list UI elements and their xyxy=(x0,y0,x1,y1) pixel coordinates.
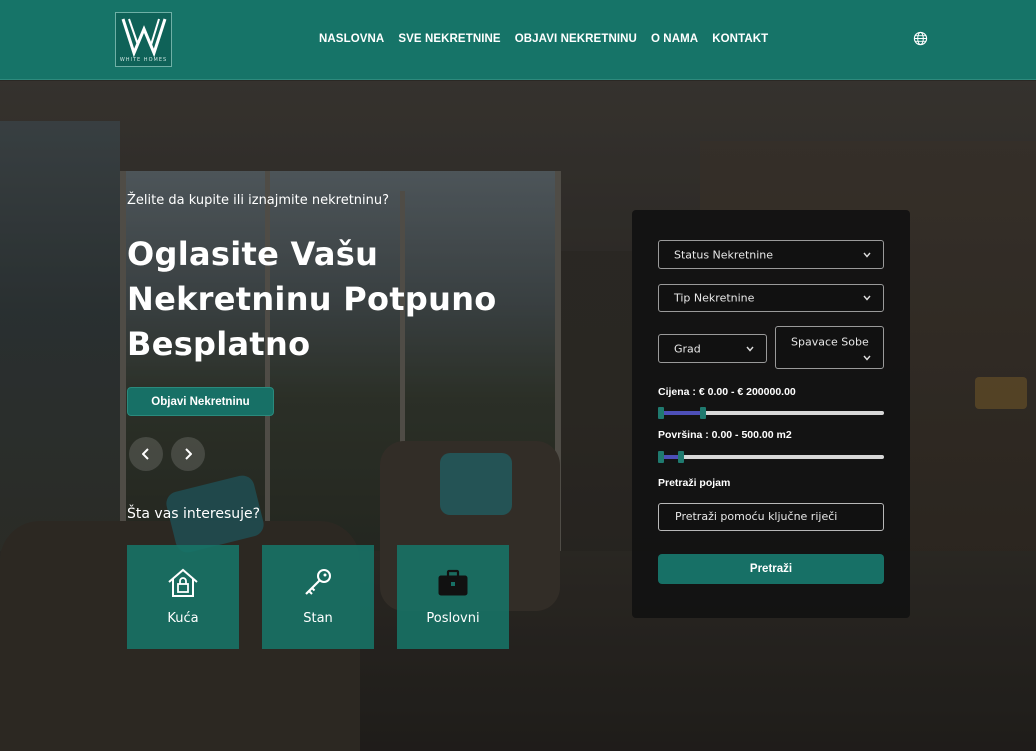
headline-line: Besplatno xyxy=(127,325,311,363)
price-range-label: Cijena : € 0.00 - € 200000.00 xyxy=(658,386,796,398)
nav-item-o-nama[interactable]: O NAMA xyxy=(644,31,705,47)
nav-item-naslovna[interactable]: NASLOVNA xyxy=(312,31,391,47)
city-select[interactable]: Grad xyxy=(658,334,767,363)
interest-title: Šta vas interesuje? xyxy=(127,506,261,522)
keyword-title: Pretraži pojam xyxy=(658,477,731,489)
chevron-left-icon xyxy=(142,448,149,460)
prev-slide-button[interactable] xyxy=(129,437,163,471)
nav-item-kontakt[interactable]: KONTAKT xyxy=(705,31,775,47)
search-submit-button[interactable]: Pretraži xyxy=(658,554,884,584)
brand-logo[interactable]: WHITE HOMES xyxy=(115,12,172,67)
bedrooms-select[interactable]: Spavace Sobe xyxy=(775,326,884,369)
logo-w-icon xyxy=(121,18,167,57)
area-min-handle[interactable] xyxy=(658,451,664,463)
area-max-handle[interactable] xyxy=(677,451,684,463)
next-slide-button[interactable] xyxy=(171,437,205,471)
briefcase-icon xyxy=(438,569,468,596)
key-icon xyxy=(305,569,331,595)
price-max-handle[interactable] xyxy=(700,407,707,419)
nav-item-objavi-nekretninu[interactable]: OBJAVI NEKRETNINU xyxy=(508,31,644,47)
post-property-button[interactable]: Objavi Nekretninu xyxy=(127,387,274,416)
category-label: Stan xyxy=(303,611,333,626)
chevron-down-icon xyxy=(863,252,871,258)
area-range-label: Površina : 0.00 - 500.00 m2 xyxy=(658,429,792,441)
headline-line: Oglasite Vašu xyxy=(127,235,379,273)
category-tile-kuca[interactable]: Kuća xyxy=(127,545,239,649)
logo-text: WHITE HOMES xyxy=(119,57,168,63)
category-label: Kuća xyxy=(167,611,199,626)
headline-line: Nekretninu Potpuno xyxy=(127,280,497,318)
globe-icon[interactable] xyxy=(913,31,928,46)
chevron-down-icon xyxy=(746,346,754,352)
chevron-down-icon xyxy=(863,355,871,361)
type-select[interactable]: Tip Nekretnine xyxy=(658,284,884,312)
hero-headline: Oglasite Vašu Nekretninu Potpuno Besplat… xyxy=(127,232,547,367)
type-select-value: Tip Nekretnine xyxy=(674,291,755,305)
status-select-value: Status Nekretnine xyxy=(674,248,774,261)
nav-item-sve-nekretnine[interactable]: SVE NEKRETNINE xyxy=(391,31,507,47)
price-range-fill xyxy=(658,411,704,415)
price-min-handle[interactable] xyxy=(658,407,664,419)
city-select-value: Grad xyxy=(674,342,701,355)
category-tile-poslovni[interactable]: Poslovni xyxy=(397,545,509,649)
category-tile-stan[interactable]: Stan xyxy=(262,545,374,649)
category-label: Poslovni xyxy=(426,611,480,626)
chevron-right-icon xyxy=(185,448,192,460)
hero-subtitle: Želite da kupite ili iznajmite nekretnin… xyxy=(127,193,390,208)
area-range-slider[interactable] xyxy=(658,451,884,463)
price-range-slider[interactable] xyxy=(658,407,884,419)
house-lock-icon xyxy=(168,568,198,597)
bedrooms-select-value: Spavace Sobe xyxy=(791,335,869,349)
main-nav: NASLOVNA SVE NEKRETNINE OBJAVI NEKRETNIN… xyxy=(312,31,775,47)
site-header: WHITE HOMES NASLOVNA SVE NEKRETNINE OBJA… xyxy=(0,0,1036,80)
keyword-search-input[interactable]: Pretraži pomoću ključne riječi xyxy=(658,503,884,531)
status-select[interactable]: Status Nekretnine xyxy=(658,240,884,269)
chevron-down-icon xyxy=(863,295,871,301)
